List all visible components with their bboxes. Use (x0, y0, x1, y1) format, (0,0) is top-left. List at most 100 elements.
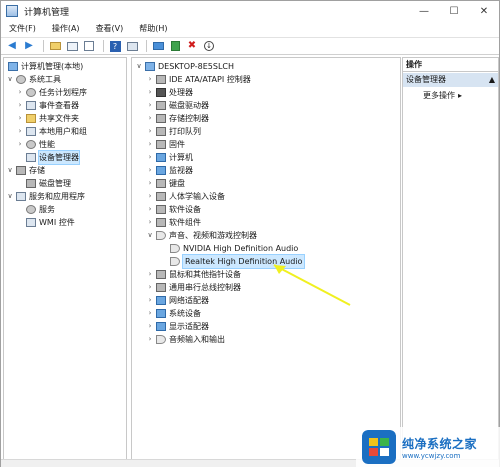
tree-item-services-apps[interactable]: ∨ 服务和应用程序 (6, 190, 85, 203)
watermark-logo (362, 430, 396, 464)
expand-arrow-icon[interactable]: ∨ (6, 164, 14, 177)
collapse-arrow-icon[interactable]: › (146, 333, 154, 346)
collapse-arrow-icon[interactable]: › (146, 320, 154, 333)
collapse-arrow-icon[interactable]: › (146, 177, 154, 190)
tree-item-shared-folders[interactable]: › 共享文件夹 (16, 112, 79, 125)
properties-icon[interactable] (82, 39, 96, 53)
tree-root[interactable]: 计算机管理(本地) (6, 60, 83, 73)
watermark-url: www.ycwjzy.com (402, 451, 461, 460)
scan-hardware-icon[interactable]: ↓ (202, 39, 216, 53)
collapse-arrow-icon[interactable]: › (16, 138, 24, 151)
device-category[interactable]: › 磁盘驱动器 (146, 99, 209, 112)
tree-item-device-manager[interactable]: 设备管理器 (24, 150, 80, 165)
menu-action[interactable]: 操作(A) (44, 21, 88, 37)
expand-arrow-icon[interactable]: ∨ (6, 190, 14, 203)
device-category[interactable]: › 网络适配器 (146, 294, 209, 307)
monitor-icon (156, 166, 166, 175)
device-category[interactable]: › 显示适配器 (146, 320, 209, 333)
device-category-sound[interactable]: ∨ 声音、视频和游戏控制器 (146, 229, 257, 242)
monitor-icon[interactable] (151, 39, 165, 53)
device-category[interactable]: › 处理器 (146, 86, 193, 99)
menu-view[interactable]: 查看(V) (88, 21, 132, 37)
device-category[interactable]: › 计算机 (146, 151, 193, 164)
device-category[interactable]: › 软件组件 (146, 216, 201, 229)
panel-icon[interactable] (125, 39, 139, 53)
device-category[interactable]: › 鼠标和其他指针设备 (146, 268, 241, 281)
back-icon[interactable]: ◀ (5, 39, 19, 53)
tree-item-storage[interactable]: ∨ 存储 (6, 164, 45, 177)
tree-item-task-scheduler[interactable]: › 任务计划程序 (16, 86, 87, 99)
forward-icon[interactable]: ▶ (22, 39, 36, 53)
collapse-arrow-icon[interactable]: › (146, 190, 154, 203)
device-category-label: 显示适配器 (169, 322, 209, 331)
maximize-button[interactable]: ☐ (439, 1, 469, 21)
tree-item-system-tools[interactable]: ∨ 系统工具 (6, 73, 61, 86)
device-category[interactable]: › 音频输入和输出 (146, 333, 225, 346)
tree-item-label: 服务和应用程序 (29, 192, 85, 201)
device-category[interactable]: › 系统设备 (146, 307, 201, 320)
collapse-arrow-icon[interactable]: › (16, 112, 24, 125)
collapse-arrow-icon[interactable]: › (146, 151, 154, 164)
menu-help[interactable]: 帮助(H) (131, 21, 175, 37)
tree-item-disk-management[interactable]: 磁盘管理 (24, 177, 71, 190)
uninstall-icon[interactable]: ✖ (185, 39, 199, 53)
close-button[interactable]: ✕ (469, 1, 499, 21)
device-category[interactable]: › 人体学输入设备 (146, 190, 225, 203)
device-category-label: 网络适配器 (169, 296, 209, 305)
more-actions[interactable]: 更多操作 ▸ (423, 89, 462, 103)
device-category[interactable]: › 固件 (146, 138, 185, 151)
collapse-arrow-icon[interactable]: › (16, 99, 24, 112)
collapse-arrow-icon[interactable]: › (146, 307, 154, 320)
collapse-arrow-icon[interactable]: › (16, 125, 24, 138)
show-hide-tree-icon[interactable] (65, 39, 79, 53)
collapse-arrow-icon[interactable]: › (146, 125, 154, 138)
tree-item-local-users[interactable]: › 本地用户和组 (16, 125, 87, 138)
collapse-arrow-icon[interactable]: › (146, 281, 154, 294)
device-category[interactable]: › 监视器 (146, 164, 193, 177)
network-adapter-icon (156, 296, 166, 305)
event-viewer-icon (26, 101, 36, 110)
collapse-arrow-icon[interactable]: › (146, 112, 154, 125)
help-icon[interactable]: ? (108, 39, 122, 53)
collapse-arrow-icon[interactable]: › (146, 99, 154, 112)
collapse-arrow-icon[interactable]: › (146, 216, 154, 229)
collapse-arrow-icon[interactable]: › (16, 86, 24, 99)
services-apps-icon (16, 192, 26, 201)
computer-management-window: 计算机管理 — ☐ ✕ 文件(F) 操作(A) 查看(V) 帮助(H) ◀ ▶ … (0, 0, 500, 467)
device-tree-root-label: DESKTOP-8E5SLCH (158, 62, 235, 71)
collapse-arrow-icon[interactable]: › (146, 294, 154, 307)
tree-item-services[interactable]: 服务 (24, 203, 55, 216)
device-category[interactable]: › IDE ATA/ATAPI 控制器 (146, 73, 251, 86)
collapse-arrow-icon[interactable]: › (146, 203, 154, 216)
collapse-arrow-icon[interactable]: › (146, 164, 154, 177)
keyboard-icon (156, 179, 166, 188)
expand-arrow-icon[interactable]: ∨ (135, 60, 143, 73)
device-item-label: NVIDIA High Definition Audio (183, 244, 299, 253)
device-category[interactable]: › 软件设备 (146, 203, 201, 216)
device-category[interactable]: › 存储控制器 (146, 112, 209, 125)
window-title: 计算机管理 (24, 7, 70, 18)
actions-section-label: 设备管理器 (406, 75, 446, 84)
collapse-up-icon[interactable]: ▲ (489, 73, 495, 87)
collapse-arrow-icon[interactable]: › (146, 268, 154, 281)
collapse-arrow-icon[interactable]: › (146, 138, 154, 151)
device-category[interactable]: › 通用串行总线控制器 (146, 281, 241, 294)
menu-file[interactable]: 文件(F) (1, 21, 44, 37)
watermark-title: 纯净系统之家 (402, 436, 478, 451)
up-folder-icon[interactable] (48, 39, 62, 53)
tree-item-event-viewer[interactable]: › 事件查看器 (16, 99, 79, 112)
collapse-arrow-icon[interactable]: › (146, 86, 154, 99)
expand-arrow-icon[interactable]: ∨ (6, 73, 14, 86)
device-category[interactable]: › 键盘 (146, 177, 185, 190)
device-item[interactable]: NVIDIA High Definition Audio (168, 242, 298, 255)
expand-arrow-icon[interactable]: ∨ (146, 229, 154, 242)
device-category[interactable]: › 打印队列 (146, 125, 201, 138)
actions-section-device-manager[interactable]: 设备管理器 ▲ (403, 73, 498, 87)
tree-item-wmi-control[interactable]: WMI 控件 (24, 216, 75, 229)
update-driver-icon[interactable] (168, 39, 182, 53)
collapse-arrow-icon[interactable]: › (146, 73, 154, 86)
speaker-icon (170, 257, 180, 266)
device-tree-root[interactable]: ∨ DESKTOP-8E5SLCH (135, 60, 234, 73)
tree-item-performance[interactable]: › 性能 (16, 138, 55, 151)
minimize-button[interactable]: — (409, 1, 439, 21)
